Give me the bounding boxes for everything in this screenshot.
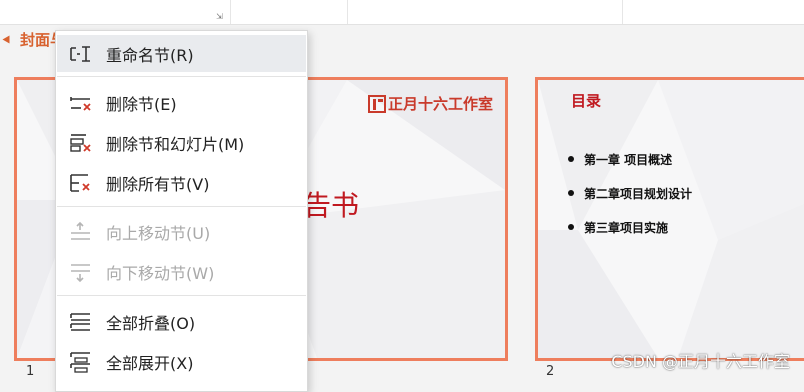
ribbon-divider — [230, 0, 231, 24]
studio-logo-icon — [367, 94, 386, 113]
expand-all-icon — [70, 351, 90, 373]
ribbon-strip: ⇲ — [0, 0, 804, 25]
toc-item-label: 第二章项目规划设计 — [584, 186, 693, 201]
bullet-icon — [568, 190, 574, 196]
delete-section-icon — [70, 96, 91, 111]
menu-item-move-section-up[interactable]: 向上移动节(U) — [57, 213, 306, 250]
toc-item-label: 第三章项目实施 — [584, 220, 669, 235]
slide-number-2: 2 — [546, 364, 555, 379]
menu-item-rename-section[interactable]: 重命名节(R) — [57, 35, 306, 72]
menu-separator — [57, 206, 306, 207]
move-section-up-icon — [71, 221, 90, 240]
slide-number-1: 1 — [26, 364, 35, 379]
menu-item-delete-section[interactable]: 删除节(E) — [57, 84, 306, 121]
ribbon-divider — [622, 0, 623, 24]
menu-item-label: 删除所有节(V) — [106, 174, 210, 194]
menu-item-move-section-down[interactable]: 向下移动节(W) — [57, 253, 306, 290]
toc-title: 目录 — [571, 92, 602, 110]
slide-title: 告书 — [303, 189, 360, 222]
watermark: CSDN @正月十六工作室 — [611, 352, 790, 371]
toc-list: 第一章 项目概述 第二章项目规划设计 第三章项目实施 — [568, 142, 692, 244]
dialog-launcher-icon[interactable]: ⇲ — [216, 12, 223, 21]
toc-item: 第二章项目规划设计 — [568, 176, 692, 210]
bullet-icon — [568, 156, 574, 162]
toc-item-label: 第一章 项目概述 — [584, 152, 673, 167]
menu-separator — [57, 76, 306, 77]
menu-item-label: 全部折叠(O) — [106, 313, 196, 333]
collapse-all-icon — [70, 312, 90, 331]
bullet-icon — [568, 224, 574, 230]
menu-separator — [57, 295, 306, 296]
ribbon-divider — [347, 0, 348, 24]
menu-item-expand-all[interactable]: 全部展开(X) — [57, 343, 306, 380]
section-context-menu: 重命名节(R) 删除节(E) 删除节和幻灯片(M) 删除所有节(V) 向上移动节… — [55, 30, 308, 392]
menu-item-label: 删除节和幻灯片(M) — [106, 134, 245, 154]
toc-item: 第三章项目实施 — [568, 210, 692, 244]
studio-logo: 正月十六工作室 — [367, 93, 493, 114]
menu-item-label: 全部展开(X) — [106, 353, 194, 373]
menu-item-label: 向上移动节(U) — [106, 223, 211, 243]
menu-item-label: 重命名节(R) — [106, 45, 194, 65]
menu-item-delete-section-and-slides[interactable]: 删除节和幻灯片(M) — [57, 124, 306, 161]
delete-section-and-slides-icon — [70, 133, 91, 152]
toc-item: 第一章 项目概述 — [568, 142, 692, 176]
section-collapse-icon[interactable] — [2, 35, 10, 43]
rename-section-icon — [70, 45, 90, 62]
menu-item-collapse-all[interactable]: 全部折叠(O) — [57, 303, 306, 340]
slide-thumbnail-2[interactable]: 目录 第一章 项目概述 第二章项目规划设计 第三章项目实施 — [535, 77, 804, 361]
move-section-down-icon — [71, 263, 90, 282]
menu-item-label: 向下移动节(W) — [106, 263, 215, 283]
delete-all-sections-icon — [70, 173, 90, 192]
menu-item-delete-all-sections[interactable]: 删除所有节(V) — [57, 164, 306, 201]
studio-logo-text: 正月十六工作室 — [387, 95, 493, 113]
menu-item-label: 删除节(E) — [106, 94, 177, 114]
